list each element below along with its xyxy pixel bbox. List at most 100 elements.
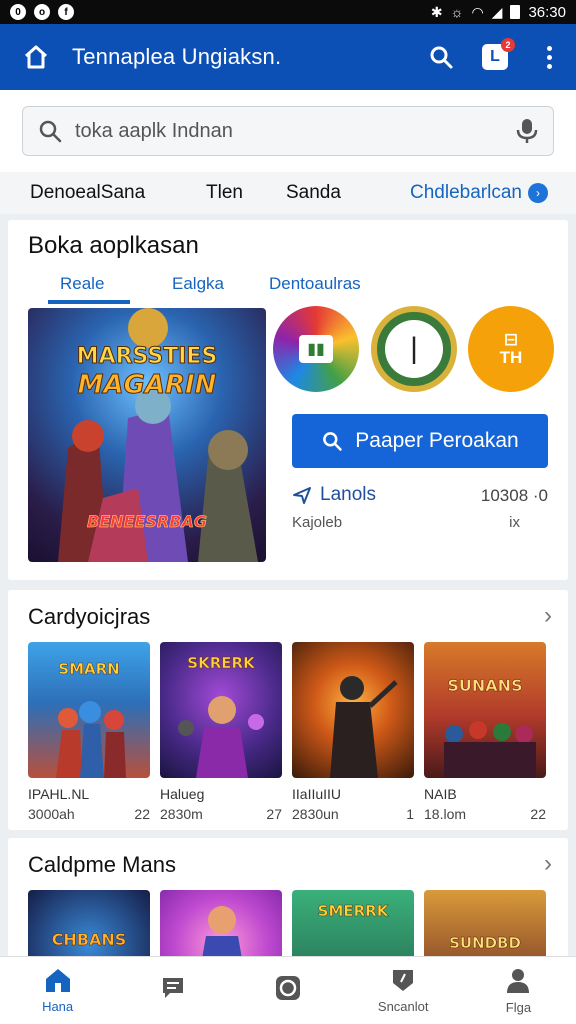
nav-snapshot-label: Sncanlot <box>377 999 429 1014</box>
featured-meta-unit: ix <box>509 514 520 531</box>
featured-art-banner: BENEESRBAG <box>87 512 207 532</box>
chevron-right-icon: › <box>527 183 548 203</box>
bluetooth-icon: ✱ <box>430 3 443 20</box>
nav-home[interactable]: Hana <box>0 957 115 1024</box>
tab-featured-3[interactable]: Dentoaulras <box>269 274 361 294</box>
bottom-navigation: Hana Sncanlot Flga <box>0 956 576 1024</box>
app-tile-art <box>292 642 414 778</box>
app-tile-name: IIaIIuIIU <box>292 786 342 802</box>
nav-circle[interactable] <box>230 957 345 1024</box>
app-icon-3-label: TH <box>499 348 523 367</box>
app-tile[interactable]: SUNANS NAIB 18.lom 22 <box>424 642 546 822</box>
app-tile-size: 18.lom <box>424 806 467 822</box>
microphone-icon[interactable] <box>515 117 539 145</box>
featured-meta-sub: Kajoleb <box>292 514 343 531</box>
app-tile[interactable]: SKRERK Halueg 2830m 27 <box>160 642 282 822</box>
search-icon <box>39 120 62 143</box>
nav-profile[interactable]: Flga <box>461 957 576 1024</box>
app-icon-1[interactable]: ▮▮ <box>273 306 359 392</box>
home-button[interactable] <box>0 43 72 71</box>
category-item[interactable]: DenoealSana <box>30 182 145 204</box>
chevron-right-icon[interactable]: › <box>544 602 552 630</box>
section-title: Caldpme Mans <box>28 852 176 877</box>
app-tile-name: IPAHL.NL <box>28 786 90 802</box>
send-icon <box>293 487 311 504</box>
signal-icon: ◢ <box>491 3 503 20</box>
home-icon <box>24 45 48 69</box>
tab-indicator <box>48 300 130 304</box>
app-tile-art: SMARN <box>28 642 150 778</box>
status-right: ✱ ☼ ◠ ◢ 36:30 <box>431 4 566 21</box>
app-tile-art: SKRERK <box>160 642 282 778</box>
notifications-button[interactable]: L 2 <box>468 30 522 84</box>
notification-icon: L 2 <box>482 38 515 70</box>
featured-title: Boka aoplkasan <box>28 232 199 259</box>
app-tile-art-title: CHBANS <box>51 930 127 950</box>
category-item[interactable]: Tlen <box>206 182 243 204</box>
app-icon-3-glyph: ⊟ <box>503 330 519 349</box>
app-icon-2[interactable]: | <box>371 306 457 392</box>
app-tile-name: NAIB <box>424 786 457 802</box>
app-notification-icon: f <box>58 4 74 20</box>
search-input[interactable]: toka aaplk Indnan <box>22 106 554 156</box>
category-bar: DenoealSana Tlen Sanda Chdlebarlcan › <box>0 172 576 214</box>
home-icon <box>45 969 70 992</box>
app-title: Tennaplea Ungiaksn. <box>72 44 282 69</box>
status-time: 36:30 <box>528 3 566 21</box>
search-apps-label: Paaper Peroakan <box>355 429 519 452</box>
app-tile-size: 2830un <box>292 806 339 822</box>
section-card-1: Cardyoicjras › SMARN IPAHL.NL 3000ah 22 S… <box>8 590 568 830</box>
category-item[interactable]: Sanda <box>286 182 341 204</box>
tab-featured-1[interactable]: Reale <box>60 274 104 294</box>
nav-profile-label: Flga <box>505 1000 532 1015</box>
vibrate-icon: ☼ <box>450 4 464 20</box>
shield-icon <box>393 970 414 991</box>
book-icon: ▮▮ <box>299 335 333 363</box>
app-tile-art-title: SUNDBD <box>449 934 521 953</box>
featured-game-banner[interactable]: MARSSTIES MAGARIN BENEESRBAG <box>28 308 266 562</box>
search-icon <box>430 46 453 69</box>
app-tile-rating: 27 <box>266 806 282 822</box>
person-icon <box>507 969 530 993</box>
battery-icon <box>510 5 521 19</box>
overflow-menu-button[interactable] <box>522 30 576 84</box>
app-notification-icon: o <box>34 4 50 20</box>
search-button[interactable] <box>414 30 468 84</box>
featured-card: Boka aoplkasan Reale Ealgka Dentoaulras … <box>8 220 568 580</box>
app-tile[interactable]: SMARN IPAHL.NL 3000ah 22 <box>28 642 150 822</box>
status-left: 0 o f <box>10 4 74 20</box>
section-card-2: Caldpme Mans › CHBANS SMERRK SUNDBD <box>8 838 568 968</box>
nav-feedback[interactable] <box>115 957 230 1024</box>
featured-art-title-2: MAGARIN <box>77 370 217 401</box>
app-tile[interactable]: IIaIIuIIU 2830un 1 <box>292 642 414 822</box>
category-item-accent[interactable]: Chdlebarlcan › <box>410 182 548 204</box>
featured-meta-count: 10308 ·0 <box>480 486 548 505</box>
app-tile-size: 3000ah <box>28 806 75 822</box>
app-tile-size: 2830m <box>160 806 203 822</box>
featured-meta-text: Lanols <box>320 484 376 505</box>
nav-snapshot[interactable]: Sncanlot <box>346 957 461 1024</box>
search-apps-button[interactable]: Paaper Peroakan <box>292 414 548 468</box>
section-title: Cardyoicjras <box>28 604 151 629</box>
notification-letter: L <box>490 48 500 65</box>
nav-home-label: Hana <box>42 999 74 1014</box>
app-tile-art: SUNANS <box>424 642 546 778</box>
app-icon-3[interactable]: ⊟ TH <box>468 306 554 392</box>
top-app-bar: Tennaplea Ungiaksn. L 2 <box>0 24 576 90</box>
app-tile-rating: 1 <box>406 806 414 822</box>
tab-featured-2[interactable]: Ealgka <box>172 274 224 294</box>
search-icon <box>323 432 342 451</box>
clock-icon: | <box>385 320 443 378</box>
search-container: toka aaplk Indnan <box>0 90 576 172</box>
tile-list: SMARN IPAHL.NL 3000ah 22 SKRERK Halueg 28… <box>28 642 546 822</box>
wifi-icon: ◠ <box>471 3 484 20</box>
app-tile-art-title: SMERRK <box>317 902 389 921</box>
more-vert-icon <box>546 45 552 69</box>
circle-icon <box>276 975 300 1000</box>
feedback-icon <box>162 977 183 998</box>
category-accent-label: Chdlebarlcan <box>410 182 522 203</box>
app-tile-rating: 22 <box>134 806 150 822</box>
chevron-right-icon[interactable]: › <box>544 850 552 878</box>
search-placeholder: toka aaplk Indnan <box>75 119 233 142</box>
featured-meta-label[interactable]: Lanols <box>292 484 376 506</box>
